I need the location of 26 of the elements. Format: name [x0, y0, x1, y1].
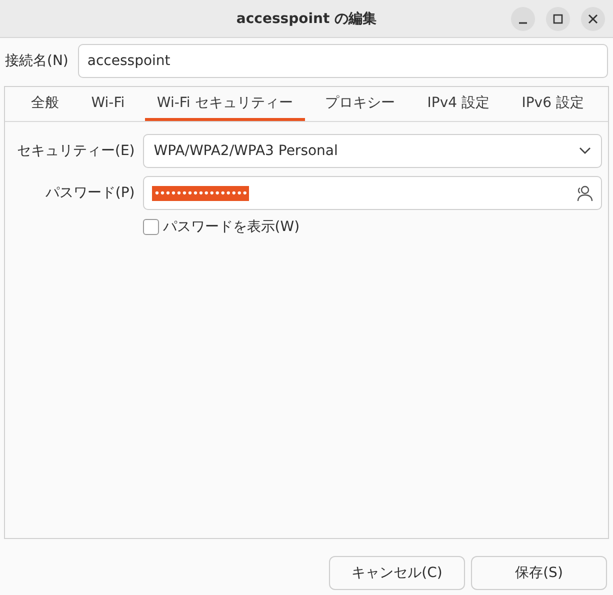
field-label: 接続名(N) [5, 52, 68, 70]
tab[interactable]: プロキシー [313, 87, 408, 121]
checkbox[interactable] [142, 219, 159, 235]
window-title: accesspoint の編集 [236, 10, 377, 28]
close-icon [588, 14, 598, 24]
tab[interactable]: IPv6 設定 [510, 87, 596, 121]
tab[interactable]: Wi-Fi [79, 87, 137, 121]
maximize-button[interactable] [546, 7, 570, 31]
field-label: パスワード(P) [44, 184, 135, 202]
save-button[interactable]: 保存(S) [471, 556, 607, 590]
tab[interactable]: IPv4 設定 [415, 87, 502, 121]
security-dropdown[interactable]: WPA/WPA2/WPA3 Personal [142, 134, 602, 168]
cancel-button[interactable]: キャンセル(C) [329, 556, 465, 590]
minimize-icon [518, 22, 528, 24]
password-text: ••••••••••••••••• [152, 186, 250, 200]
field-label: セキュリティー(E) [17, 142, 135, 160]
close-button[interactable] [581, 7, 605, 31]
checkbox-label[interactable]: パスワードを表示(W) [162, 218, 300, 236]
tab[interactable]: Wi-Fi セキュリティー [144, 87, 305, 121]
minimize-button[interactable] [511, 7, 535, 31]
tab[interactable]: 全般 [19, 87, 71, 121]
connection-name-field[interactable]: accesspoint [78, 44, 608, 78]
maximize-icon [553, 14, 563, 24]
user-icon [575, 184, 593, 202]
password-field[interactable]: ••••••••••••••••• [142, 176, 602, 210]
chevron-down-icon [579, 147, 591, 155]
